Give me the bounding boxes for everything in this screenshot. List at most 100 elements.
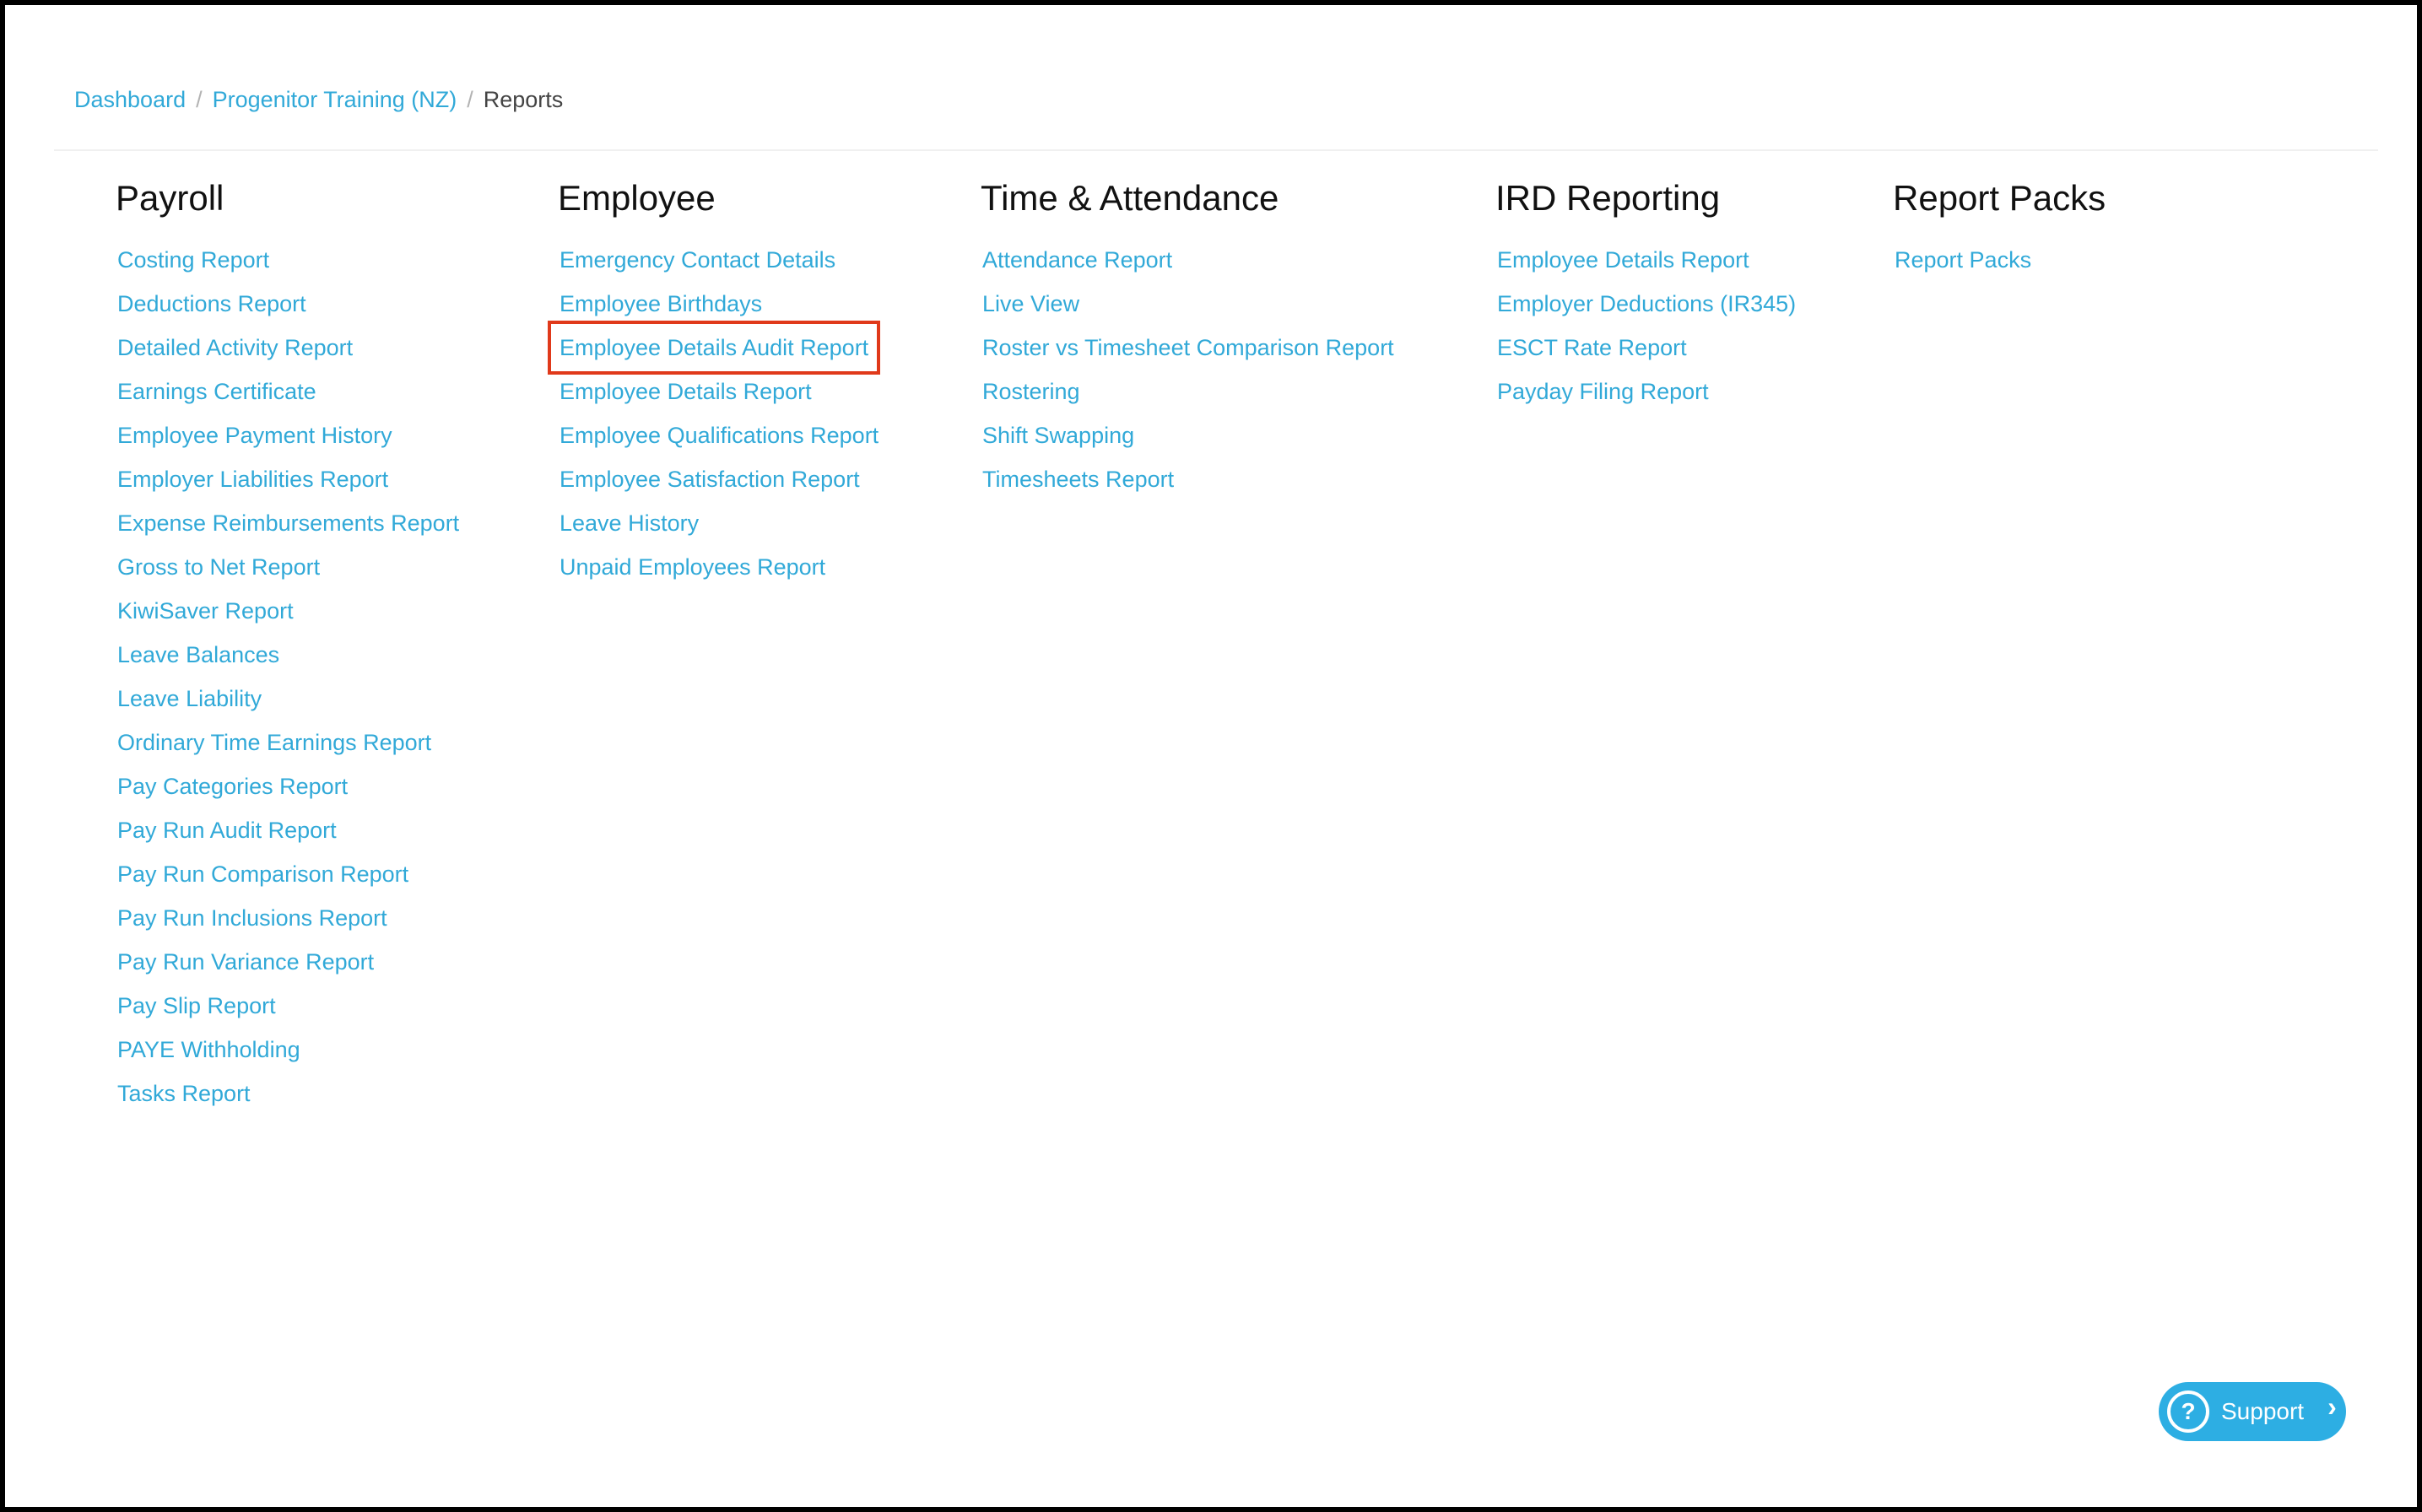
time-attendance-report-list: Attendance Report Live View Roster vs Time… [981, 242, 1396, 505]
report-link[interactable]: Deductions Report [116, 287, 308, 321]
support-button[interactable]: ? Support › [2159, 1382, 2346, 1441]
report-link[interactable]: KiwiSaver Report [116, 594, 295, 628]
report-packs-report-list: Report Packs [1893, 242, 2106, 286]
report-list-item: Live View [981, 286, 1396, 330]
page-frame: Dashboard / Progenitor Training (NZ) / R… [0, 0, 2422, 1512]
header-divider [54, 149, 2378, 151]
breadcrumb-dashboard-link[interactable]: Dashboard [74, 87, 186, 113]
report-link[interactable]: Leave Liability [116, 682, 263, 716]
report-link[interactable]: Employee Details Audit Report [547, 321, 881, 375]
report-link[interactable]: Pay Run Inclusions Report [116, 901, 389, 935]
report-link[interactable]: Ordinary Time Earnings Report [116, 726, 433, 759]
help-circle-icon: ? [2167, 1390, 2209, 1433]
report-link[interactable]: Employee Details Report [558, 375, 814, 408]
report-list-item: PAYE Withholding [116, 1032, 461, 1076]
report-link[interactable]: Employee Birthdays [558, 287, 764, 321]
employee-heading: Employee [558, 178, 716, 218]
report-list-item: Deductions Report [116, 286, 461, 330]
report-link[interactable]: Report Packs [1893, 243, 2033, 277]
report-link[interactable]: Unpaid Employees Report [558, 550, 827, 584]
report-link[interactable]: PAYE Withholding [116, 1033, 302, 1066]
report-link[interactable]: ESCT Rate Report [1495, 331, 1689, 364]
report-link[interactable]: Rostering [981, 375, 1082, 408]
breadcrumb-separator: / [196, 86, 203, 112]
report-list-item: Roster vs Timesheet Comparison Report [981, 330, 1396, 374]
report-link[interactable]: Gross to Net Report [116, 550, 322, 584]
report-link[interactable]: Detailed Activity Report [116, 331, 354, 364]
report-list-item: Expense Reimbursements Report [116, 505, 461, 549]
report-list-item: Unpaid Employees Report [558, 549, 880, 593]
report-link[interactable]: Live View [981, 287, 1081, 321]
report-list-item: Attendance Report [981, 242, 1396, 286]
report-list-item: Tasks Report [116, 1076, 461, 1120]
chevron-right-icon: › [2327, 1390, 2337, 1422]
report-list-item: Employee Details Report [1495, 242, 1798, 286]
report-list-item: Employee Details Report [558, 374, 880, 418]
report-link[interactable]: Leave History [558, 506, 700, 540]
report-list-item: Earnings Certificate [116, 374, 461, 418]
report-link[interactable]: Pay Slip Report [116, 989, 278, 1023]
report-list-item: Pay Run Audit Report [116, 813, 461, 856]
time-attendance-column: Time & Attendance Attendance Report Live … [981, 174, 1396, 505]
report-link[interactable]: Pay Run Comparison Report [116, 857, 410, 891]
report-link[interactable]: Employer Liabilities Report [116, 462, 390, 496]
report-link[interactable]: Leave Balances [116, 638, 281, 672]
support-label: Support [2221, 1398, 2305, 1424]
report-list-item: Leave Balances [116, 637, 461, 681]
report-link[interactable]: Employee Qualifications Report [558, 418, 880, 452]
report-packs-heading: Report Packs [1893, 178, 2106, 218]
time-attendance-heading: Time & Attendance [981, 178, 1279, 218]
report-link[interactable]: Roster vs Timesheet Comparison Report [981, 331, 1396, 364]
breadcrumb-separator: / [467, 86, 473, 112]
report-link[interactable]: Employee Satisfaction Report [558, 462, 862, 496]
report-list-item: Employer Deductions (IR345) [1495, 286, 1798, 330]
report-list-item: Pay Run Comparison Report [116, 856, 461, 900]
report-link[interactable]: Pay Run Variance Report [116, 945, 376, 979]
employee-column: Employee Emergency Contact Details Employ… [547, 174, 881, 593]
report-list-item: Employee Payment History [116, 418, 461, 462]
report-link[interactable]: Employer Deductions (IR345) [1495, 287, 1798, 321]
report-list-item: Ordinary Time Earnings Report [116, 725, 461, 769]
payroll-report-list: Costing Report Deductions Report Detailed … [116, 242, 461, 1120]
report-list-item: Pay Run Variance Report [116, 944, 461, 988]
payroll-column: Payroll Costing Report Deductions Report D… [116, 174, 461, 1120]
report-link[interactable]: Tasks Report [116, 1077, 252, 1110]
report-list-item: Report Packs [1893, 242, 2106, 286]
report-list-item: Detailed Activity Report [116, 330, 461, 374]
report-link[interactable]: Emergency Contact Details [558, 243, 837, 277]
report-packs-column: Report Packs Report Packs [1893, 174, 2106, 286]
report-list-item: Employee Satisfaction Report [558, 462, 880, 505]
report-link[interactable]: Shift Swapping [981, 418, 1136, 452]
breadcrumb: Dashboard / Progenitor Training (NZ) / R… [74, 83, 563, 116]
report-list-item: Employee Birthdays [558, 286, 880, 330]
report-list-item: Leave History [558, 505, 880, 549]
breadcrumb-current: Reports [483, 86, 564, 112]
report-link[interactable]: Pay Run Audit Report [116, 813, 338, 847]
report-link[interactable]: Employee Payment History [116, 418, 394, 452]
report-link[interactable]: Expense Reimbursements Report [116, 506, 461, 540]
report-list-item: Pay Categories Report [116, 769, 461, 813]
ird-reporting-heading: IRD Reporting [1495, 178, 1721, 218]
employee-report-list: Emergency Contact Details Employee Birthd… [547, 242, 881, 593]
report-list-item: Employee Qualifications Report [558, 418, 880, 462]
report-link[interactable]: Employee Details Report [1495, 243, 1751, 277]
breadcrumb-company-link[interactable]: Progenitor Training (NZ) [213, 87, 457, 113]
report-list-item: Rostering [981, 374, 1396, 418]
report-link[interactable]: Payday Filing Report [1495, 375, 1711, 408]
report-list-item: Payday Filing Report [1495, 374, 1798, 418]
payroll-heading: Payroll [116, 178, 224, 218]
report-link[interactable]: Earnings Certificate [116, 375, 318, 408]
report-list-item: Gross to Net Report [116, 549, 461, 593]
report-list-item: Emergency Contact Details [558, 242, 880, 286]
report-link[interactable]: Costing Report [116, 243, 271, 277]
report-list-item: Employer Liabilities Report [116, 462, 461, 505]
ird-reporting-report-list: Employee Details Report Employer Deductio… [1495, 242, 1798, 418]
report-list-item: Pay Slip Report [116, 988, 461, 1032]
report-link[interactable]: Pay Categories Report [116, 770, 349, 803]
report-list-item: ESCT Rate Report [1495, 330, 1798, 374]
report-link[interactable]: Timesheets Report [981, 462, 1176, 496]
report-list-item: Pay Run Inclusions Report [116, 900, 461, 944]
report-list-item: Leave Liability [116, 681, 461, 725]
report-link[interactable]: Attendance Report [981, 243, 1174, 277]
ird-reporting-column: IRD Reporting Employee Details Report Emp… [1495, 174, 1798, 418]
